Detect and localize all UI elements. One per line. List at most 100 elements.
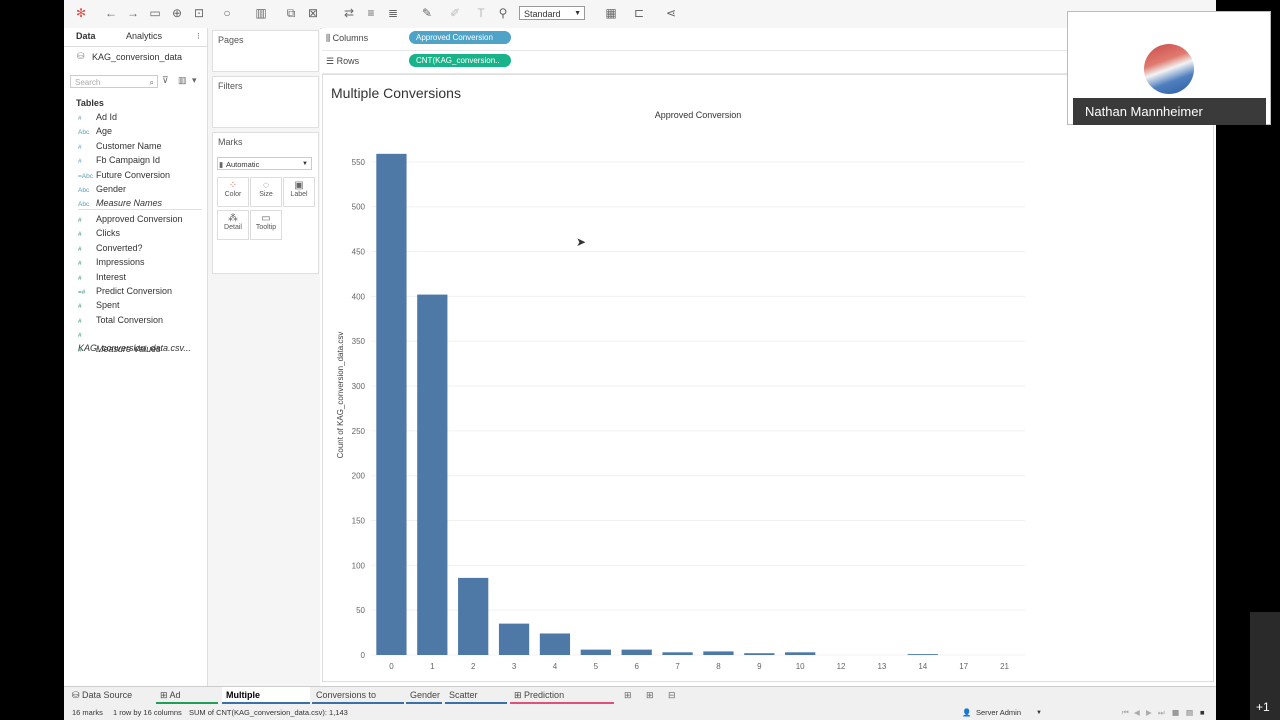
field-type-icon: Abc [78,187,90,194]
label-button[interactable]: ▣ Label [283,177,315,207]
measure-field[interactable]: # Impressions [78,256,206,269]
user-chevron-icon[interactable]: ▼ [1036,706,1042,720]
measure-field[interactable]: # Total Conversion [78,314,206,327]
sort-asc-icon[interactable]: ≡ [364,6,378,20]
pane-menu-icon[interactable]: ⁝ [197,31,200,42]
webcam-tile: Nathan Mannheimer [1067,11,1271,125]
sheet-tab[interactable]: Multiple Conversions [222,687,310,717]
pages-card[interactable]: Pages [212,30,319,72]
pin-icon[interactable]: ⚲ [496,6,510,20]
tooltip-button[interactable]: ▭ Tooltip [250,210,282,240]
measure-field[interactable]: #KAG_conversion_data.csv... [78,328,206,353]
bar-chart-icon: ▮ [219,160,224,169]
fit-value: Standard [524,9,561,19]
dimension-field[interactable]: # Customer Name [78,140,206,153]
field-type-icon: =# [78,289,86,296]
sheet-tab[interactable]: ⊞ Ad Tracking [156,687,218,717]
size-button[interactable]: ◌ Size [250,177,282,207]
tab-data[interactable]: Data [76,31,96,41]
last-page-icon[interactable]: ⏭ [1158,706,1165,720]
new-data-source-icon[interactable]: ⊕ [170,6,184,20]
filmstrip-view-icon[interactable]: ▤ [1186,706,1193,720]
field-type-icon: =Abc [78,172,93,180]
measure-field[interactable]: # Converted? [78,242,206,255]
duplicate-icon[interactable]: ⧉ [284,6,298,20]
next-page-icon[interactable]: ▶ [1146,706,1152,720]
rows-pill[interactable]: CNT(KAG_conversion.. [409,54,511,67]
forward-icon[interactable]: → [126,6,140,20]
highlight-icon[interactable]: ✎ [420,6,434,20]
first-page-icon[interactable]: ⏮ [1122,706,1129,720]
tab-analytics[interactable]: Analytics [126,31,162,41]
group-icon[interactable]: ✐ [448,6,462,20]
dimension-field[interactable]: Abc Age [78,125,206,138]
dimension-field[interactable]: Abc Gender [78,183,206,196]
dimension-field[interactable]: # Fb Campaign Id [78,154,206,167]
measure-field[interactable]: # Clicks [78,227,206,240]
tableau-logo-icon[interactable]: ✻ [74,6,88,20]
show-cards-icon[interactable]: ▦ [604,6,618,20]
x-tick-label: 6 [634,662,639,671]
pause-updates-icon[interactable]: ⊡ [192,6,206,20]
sheet-tab[interactable]: ⊞ Prediction Dashboard [510,687,614,717]
sheet-tab[interactable]: Conversions to Spend [312,687,404,717]
y-tick-label: 100 [352,561,366,570]
dimension-field[interactable]: # Ad Id [78,111,206,124]
datasource-name[interactable]: KAG_conversion_data [92,52,182,62]
clear-icon[interactable]: ⊠ [306,6,320,20]
columns-label: ⫼ Columns [326,33,368,44]
share-icon[interactable]: ⋖ [664,6,678,20]
grid-view-icon[interactable]: ▦ [1172,706,1179,720]
measure-field[interactable]: # Approved Conversion [78,213,206,226]
back-icon[interactable]: ← [104,6,118,20]
presentation-icon[interactable]: ⊏ [632,6,646,20]
bar-10 [785,652,816,655]
detail-button[interactable]: ⁂ Detail [217,210,249,240]
participant-name: Nathan Mannheimer [1073,98,1266,125]
field-type-icon: # [78,245,82,253]
new-worksheet-tab-icon[interactable]: ⊞ [620,687,636,704]
field-type-icon: # [78,260,82,268]
filter-icon[interactable]: ⊽ [162,75,169,86]
status-bar: 16 marks 1 row by 16 columns SUM of CNT(… [64,706,1216,720]
new-worksheet-icon[interactable]: ▥ [254,6,268,20]
pane-dropdown-icon[interactable]: ▾ [192,75,197,86]
search-input[interactable]: Search ⌕ [70,75,158,88]
color-button[interactable]: ⁘ Color [217,177,249,207]
y-tick-label: 400 [352,292,366,301]
fit-dropdown[interactable]: Standard ▼ [519,6,585,20]
more-participants[interactable]: +1 [1250,612,1280,720]
labels-icon[interactable]: T [474,6,488,20]
columns-pill[interactable]: Approved Conversion [409,31,511,44]
mark-type-dropdown[interactable]: ▮ Automatic ▼ [217,157,312,170]
rows-label: ☰ Rows [326,56,359,67]
sheet-tab[interactable]: Gender [406,687,442,704]
bar-8 [703,651,734,655]
field-name: Converted? [96,242,143,253]
y-tick-label: 200 [352,472,366,481]
measure-field[interactable]: # Interest [78,271,206,284]
bar-0 [376,153,407,655]
label-label: Label [290,191,308,198]
measure-field[interactable]: =# Predict Conversion [78,285,206,298]
sort-desc-icon[interactable]: ≣ [386,6,400,20]
prev-page-icon[interactable]: ◀ [1134,706,1140,720]
save-icon[interactable]: ▭ [148,6,162,20]
tab-data-source[interactable]: ⛁ Data Source [68,687,136,704]
new-dashboard-tab-icon[interactable]: ⊞ [642,687,658,704]
field-type-icon: # [78,332,82,340]
measure-field[interactable]: # Measure Values [78,343,206,356]
view-toggle-icon[interactable]: ▥ [178,75,187,86]
filters-card[interactable]: Filters [212,76,319,128]
dimension-field[interactable]: =Abc Future Conversion [78,169,206,182]
tab-view-icon[interactable]: ■ [1200,706,1205,720]
field-type-icon: # [78,317,82,325]
new-story-tab-icon[interactable]: ⊟ [664,687,680,704]
measure-field[interactable]: # Spent [78,299,206,312]
field-type-icon: # [78,217,82,224]
refresh-icon[interactable]: ○ [220,6,234,20]
sheet-tab[interactable]: Scatter Matrix [445,687,507,717]
bar-6 [621,649,652,655]
status-user[interactable]: Server Admin [976,706,1021,720]
swap-icon[interactable]: ⇄ [342,6,356,20]
